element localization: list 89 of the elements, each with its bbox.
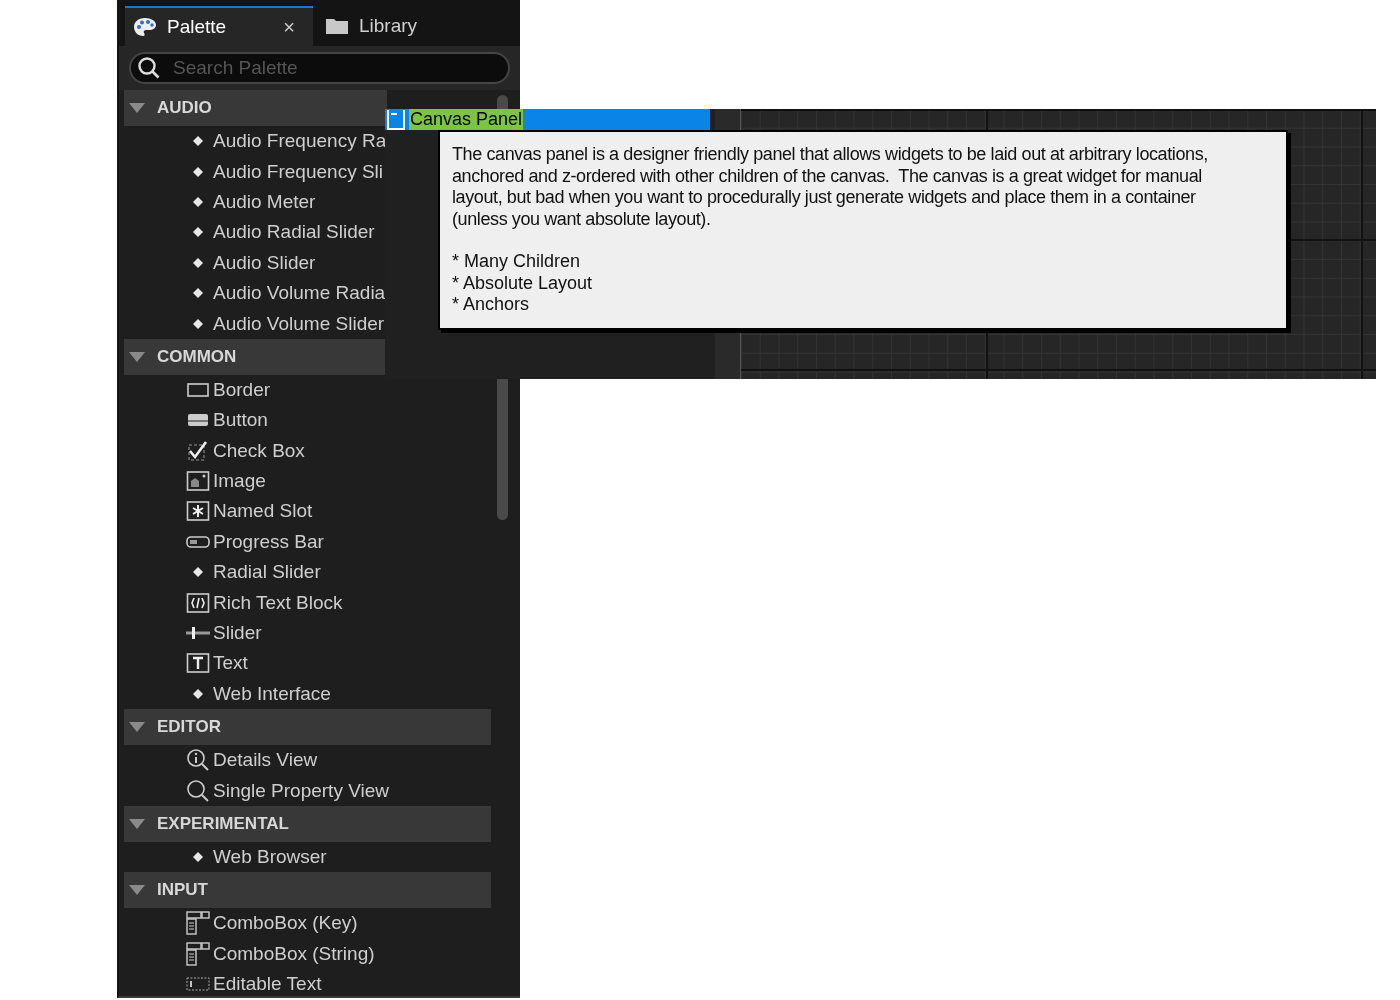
category-title: COMMON xyxy=(157,346,237,367)
category-header[interactable]: INPUT xyxy=(124,872,491,909)
item-label: Editable Text xyxy=(213,973,322,996)
checkbox-icon xyxy=(186,439,210,462)
item-label: Button xyxy=(213,409,268,432)
item-label: ComboBox (Key) xyxy=(213,912,358,935)
item-label: Audio Meter xyxy=(213,190,316,213)
image-icon xyxy=(186,470,210,493)
item-label: Audio Frequency Sli xyxy=(213,160,384,183)
palette-item[interactable]: Progress Bar xyxy=(124,526,491,558)
slider-icon xyxy=(186,625,210,642)
palette-item[interactable]: Web Interface xyxy=(124,678,491,710)
progress-bar-icon xyxy=(186,534,210,549)
item-label: Audio Slider xyxy=(213,251,316,274)
palette-item[interactable]: Button xyxy=(124,405,491,436)
canvas-panel-icon xyxy=(387,109,405,130)
palette-item[interactable]: Details View xyxy=(124,745,491,776)
item-label: Rich Text Block xyxy=(213,591,343,614)
palette-item[interactable]: Web Browser xyxy=(124,841,491,873)
category-title: EXPERIMENTAL xyxy=(157,813,289,834)
item-label: Web Interface xyxy=(213,682,331,705)
category-header[interactable]: EXPERIMENTAL xyxy=(124,805,491,842)
item-label: Audio Frequency Ra xyxy=(213,130,387,153)
info-magnifier-icon xyxy=(186,748,210,773)
palette-item[interactable]: Image xyxy=(124,465,491,497)
palette-item[interactable]: Named Slot xyxy=(124,496,491,527)
tooltip-bullet: * Anchors xyxy=(452,294,530,316)
category-title: INPUT xyxy=(157,880,208,901)
palette-item[interactable]: Border xyxy=(124,374,491,406)
category-title: EDITOR xyxy=(157,717,221,738)
tooltip-bullet: * Absolute Layout xyxy=(452,272,593,294)
palette-item[interactable]: Slider xyxy=(124,617,491,649)
item-label: Single Property View xyxy=(213,779,390,802)
diamond-icon xyxy=(193,257,203,268)
close-button[interactable]: × xyxy=(277,15,301,39)
item-label: Audio Volume Radia xyxy=(213,282,386,305)
search-icon xyxy=(186,778,210,803)
item-label: Web Browser xyxy=(213,846,327,868)
star-box-icon xyxy=(186,500,210,523)
drag-label: Canvas Panel xyxy=(409,109,524,130)
item-label: Progress Bar xyxy=(213,530,324,553)
diamond-icon xyxy=(193,852,203,862)
item-label: Details View xyxy=(213,749,318,772)
item-label: Check Box xyxy=(213,439,305,462)
diamond-icon xyxy=(193,567,203,578)
diamond-icon xyxy=(193,318,203,329)
rich-text-icon xyxy=(186,591,210,614)
tab-label: Library xyxy=(359,15,418,37)
panel-tab[interactable]: Library xyxy=(317,6,430,46)
item-label: Slider xyxy=(213,622,262,645)
search-field[interactable]: Search Palette xyxy=(129,52,510,84)
panel-tab[interactable]: Palette × xyxy=(125,6,313,46)
text-field-icon xyxy=(186,976,210,993)
diamond-icon xyxy=(193,166,203,177)
folder-icon xyxy=(325,17,349,35)
palette-item[interactable]: ComboBox (Key) xyxy=(124,908,491,939)
item-label: Text xyxy=(213,652,248,675)
tab-label: Palette xyxy=(167,16,228,38)
category-header[interactable]: EDITOR xyxy=(124,709,491,746)
palette-icon xyxy=(133,17,157,37)
item-label: Audio Volume Slider xyxy=(213,312,385,335)
border-icon xyxy=(186,380,210,399)
item-label: Image xyxy=(213,470,266,493)
combobox-icon xyxy=(186,941,210,966)
palette-item[interactable]: Text xyxy=(124,648,491,679)
diamond-icon xyxy=(193,196,203,207)
diamond-icon xyxy=(193,227,203,238)
palette-item[interactable]: Radial Slider xyxy=(124,557,491,588)
diamond-icon xyxy=(193,288,203,299)
palette-item[interactable]: Rich Text Block xyxy=(124,587,491,618)
item-label: ComboBox (String) xyxy=(213,942,375,965)
item-label: Radial Slider xyxy=(213,561,321,584)
item-label: Audio Radial Slider xyxy=(213,221,375,244)
palette-item[interactable]: Single Property View xyxy=(124,775,491,806)
item-label: Border xyxy=(213,378,271,401)
category-header[interactable]: AUDIO xyxy=(124,90,387,126)
item-label: Named Slot xyxy=(213,500,313,523)
palette-item[interactable]: Check Box xyxy=(124,435,491,466)
tooltip-description: The canvas panel is a designer friendly panel that allows widgets to be laid out at arbitrary locations, anchored and z-ordered with other children of the canvas. The canvas is a great widget for manual layout, but bad when you want to procedurally just generate widgets and place them in a container (unless you want absolute layout). xyxy=(452,144,1209,230)
search-icon xyxy=(137,56,161,80)
category-header[interactable]: COMMON xyxy=(124,338,387,375)
palette-item[interactable]: Editable Text xyxy=(124,969,491,1000)
palette-item[interactable]: ComboBox (String) xyxy=(124,938,491,969)
diamond-icon xyxy=(193,136,203,147)
combobox-icon xyxy=(186,911,210,936)
tooltip-bullet: * Many Children xyxy=(452,251,581,273)
diamond-icon xyxy=(193,688,203,699)
text-icon xyxy=(186,652,210,675)
category-title: AUDIO xyxy=(157,98,212,118)
